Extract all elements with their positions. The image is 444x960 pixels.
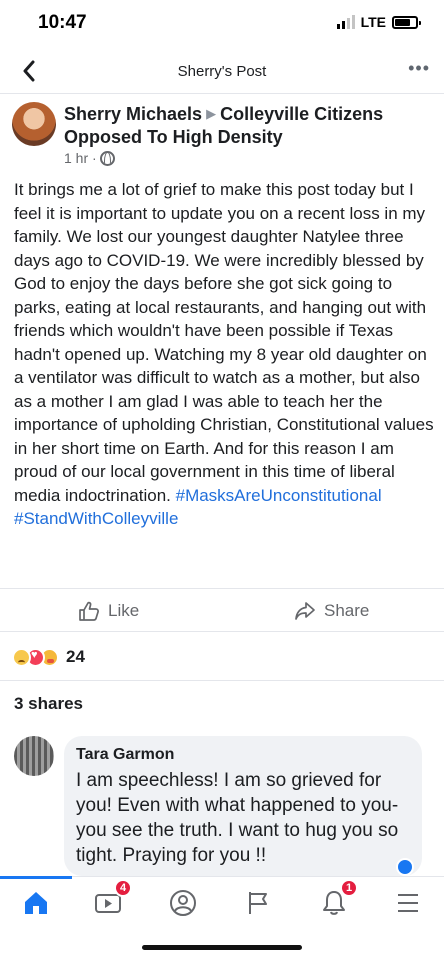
post-actions: Like Share: [0, 588, 444, 632]
page-title: Sherry's Post: [177, 63, 267, 80]
post-time[interactable]: 1 hr ·: [64, 150, 97, 166]
home-icon: [25, 892, 47, 914]
post-title-line: Sherry Michaels ▶ Colleyville Citizens Opp…: [64, 102, 424, 149]
share-arrow-icon: [295, 602, 315, 620]
ellipsis-icon: •••: [408, 58, 430, 78]
hashtag-link[interactable]: #MasksAreUnconstitutional: [176, 486, 382, 505]
comment-reaction-icon: [396, 858, 414, 876]
profile-icon: [170, 890, 196, 916]
author-name[interactable]: Sherry Michaels: [64, 104, 202, 124]
nav-menu[interactable]: [390, 885, 426, 921]
share-button[interactable]: Share: [294, 597, 369, 625]
watch-badge: 4: [114, 879, 132, 897]
sad-reaction-icon: [12, 647, 31, 667]
divider: [0, 680, 444, 681]
commenter-name[interactable]: Tara Garmon: [76, 746, 410, 764]
post-text: It brings me a lot of grief to make this…: [14, 180, 434, 505]
reaction-count: 24: [66, 647, 85, 666]
thumbs-up-icon: [79, 601, 99, 621]
reactions-summary[interactable]: 24: [12, 646, 85, 668]
nav-profile[interactable]: [165, 885, 201, 921]
hashtag-link[interactable]: #StandWithColleyville: [14, 509, 178, 528]
signal-icon: [336, 15, 355, 29]
status-bar: 10:47 LTE: [0, 0, 444, 48]
network-label: LTE: [360, 14, 386, 30]
home-indicator[interactable]: [142, 945, 302, 950]
shares-count[interactable]: 3 shares: [14, 694, 83, 714]
like-label: Like: [108, 601, 140, 620]
globe-icon: [99, 150, 115, 166]
author-avatar[interactable]: [12, 102, 56, 146]
status-time: 10:47: [38, 12, 87, 33]
like-button[interactable]: Like: [78, 597, 139, 625]
menu-icon: [398, 894, 418, 912]
post-header: Sherry's Post •••: [0, 48, 444, 94]
pages-flag-icon: [249, 892, 267, 914]
notifications-badge: 1: [340, 879, 358, 897]
triangle-right-icon: ▶: [206, 106, 217, 121]
share-label: Share: [324, 601, 370, 620]
status-right: LTE: [336, 14, 421, 30]
post-body: It brings me a lot of grief to make this…: [14, 178, 434, 531]
commenter-avatar[interactable]: [14, 736, 54, 776]
comment-bubble: Tara Garmon I am speechless! I am so gri…: [64, 736, 422, 876]
comment-text: I am speechless! I am so grieved for you…: [76, 770, 399, 866]
nav-pages[interactable]: [240, 885, 276, 921]
post-meta: 1 hr ·: [64, 150, 115, 166]
battery-icon: [392, 15, 421, 29]
nav-notifications[interactable]: 1: [316, 879, 358, 921]
more-options-button[interactable]: •••: [408, 58, 430, 79]
nav-watch[interactable]: 4: [90, 879, 132, 921]
bottom-navigation: 4 1: [0, 876, 444, 928]
nav-home[interactable]: [0, 876, 72, 921]
